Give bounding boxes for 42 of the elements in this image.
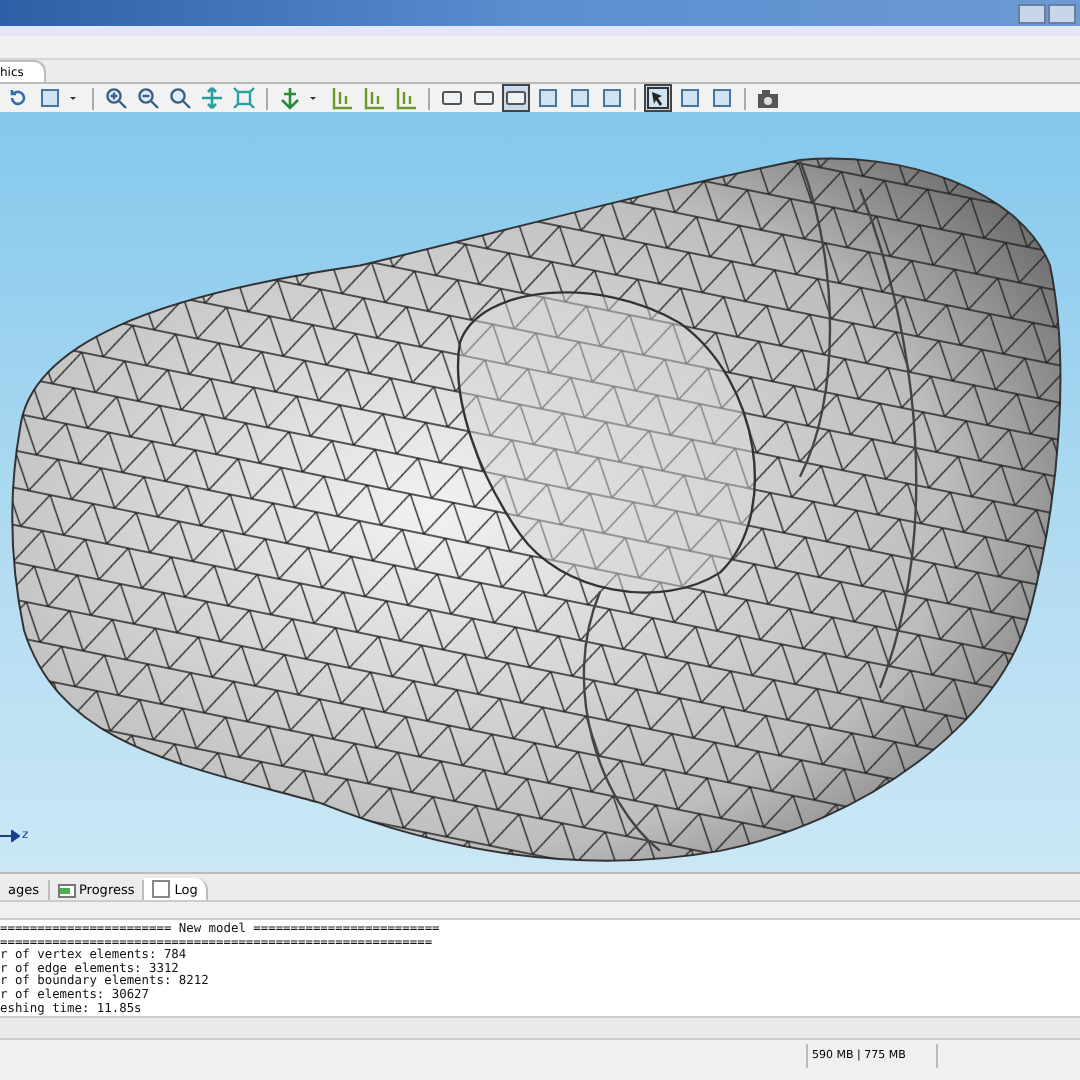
square-icon (600, 86, 624, 110)
zoom-box-button[interactable] (166, 84, 194, 112)
square-button[interactable] (534, 84, 562, 112)
zoom-in-icon (104, 86, 128, 110)
pan-button[interactable] (198, 84, 226, 112)
zoom-out-button[interactable] (134, 84, 162, 112)
square-button[interactable] (676, 84, 704, 112)
progress-bar-icon (57, 883, 75, 897)
fit-icon (232, 86, 256, 110)
window-controls-icon[interactable] (1018, 3, 1076, 23)
grid-icon (330, 86, 354, 110)
horizontal-scrollbar[interactable] (0, 1016, 1080, 1038)
grid-button[interactable] (392, 84, 420, 112)
camera-button[interactable] (754, 84, 782, 112)
grid-button[interactable] (328, 84, 356, 112)
zoom-in-button[interactable] (102, 84, 130, 112)
camera-icon (756, 86, 780, 110)
axis-icon (278, 86, 302, 110)
zoom-out-icon (136, 86, 160, 110)
frame-icon (504, 86, 528, 110)
grid-icon (394, 86, 418, 110)
rotate-icon (6, 86, 30, 110)
pointer-button[interactable] (644, 84, 672, 112)
fit-button[interactable] (230, 84, 258, 112)
square-icon (568, 86, 592, 110)
zoom-box-icon (168, 86, 192, 110)
square-button[interactable] (598, 84, 626, 112)
square-icon (710, 86, 734, 110)
square-button[interactable] (708, 84, 736, 112)
document-icon (152, 880, 171, 898)
grid-button[interactable] (360, 84, 388, 112)
square-icon (536, 86, 560, 110)
frame-button[interactable] (502, 84, 530, 112)
square-icon (38, 86, 62, 110)
axis-button[interactable] (276, 84, 304, 112)
square-button[interactable] (566, 84, 594, 112)
square-icon (678, 86, 702, 110)
square-button[interactable] (36, 84, 64, 112)
grid-icon (362, 86, 386, 110)
pan-icon (200, 86, 224, 110)
pointer-icon (646, 86, 670, 110)
axis-arrow-icon (0, 829, 20, 841)
